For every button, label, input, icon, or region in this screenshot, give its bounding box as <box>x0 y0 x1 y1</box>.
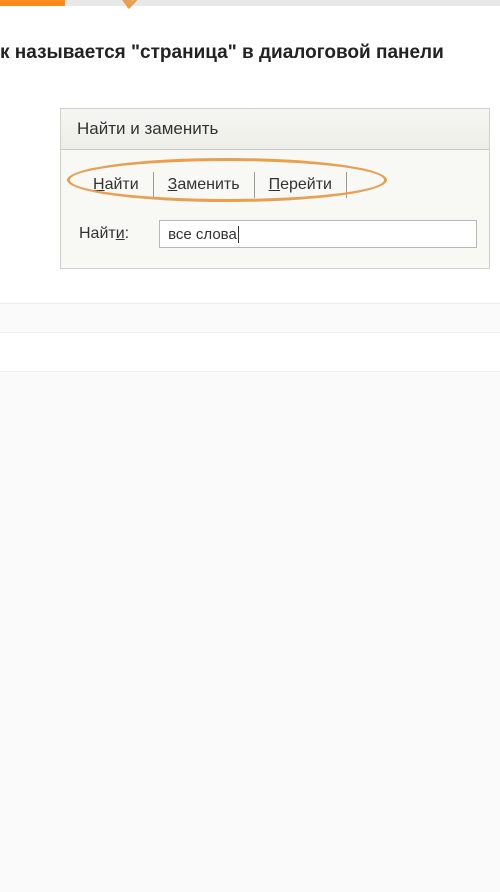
text-cursor <box>238 226 239 243</box>
tab-find[interactable]: Найти <box>79 172 154 198</box>
find-input-value: все слова <box>168 226 237 243</box>
find-label: Найти: <box>79 225 129 243</box>
tab-goto[interactable]: Перейти <box>255 172 347 198</box>
find-row: Найти: все слова <box>73 220 477 248</box>
progress-fill <box>0 0 65 6</box>
find-input[interactable]: все слова <box>159 220 477 248</box>
question-section: к называется "страница" в диалоговой пан… <box>0 6 500 304</box>
progress-bar <box>0 0 500 6</box>
screenshot-image: Найти и заменить Найти Заменить Перейти … <box>0 84 500 293</box>
tabs-row: Найти Заменить Перейти <box>73 166 477 198</box>
find-replace-dialog: Найти и заменить Найти Заменить Перейти … <box>60 108 490 269</box>
answer-section[interactable] <box>0 332 500 372</box>
dialog-title: Найти и заменить <box>61 109 489 149</box>
tab-replace[interactable]: Заменить <box>154 172 255 198</box>
question-text: к называется "страница" в диалоговой пан… <box>0 42 500 84</box>
dialog-body: Найти Заменить Перейти Найти: все слова <box>61 149 489 268</box>
